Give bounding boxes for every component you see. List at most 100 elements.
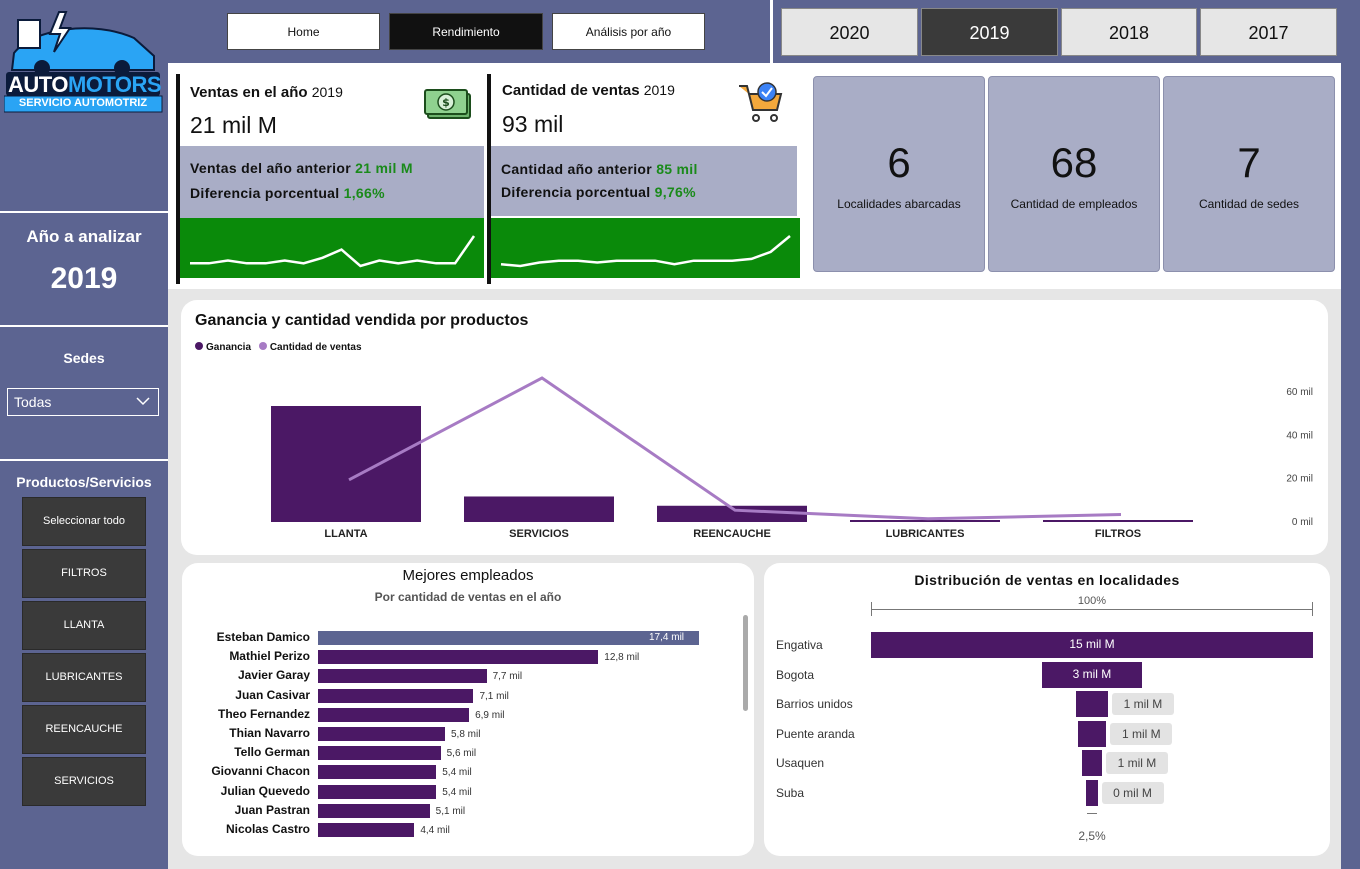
stat-card-sedes: 7 Cantidad de sedes bbox=[1163, 76, 1335, 272]
employee-bar[interactable] bbox=[318, 688, 474, 703]
kpi-diff-value: 9,76% bbox=[654, 184, 696, 200]
brand-tagline: SERVICIO AUTOMOTRIZ bbox=[18, 97, 148, 109]
employee-value: 5,4 mil bbox=[442, 786, 472, 798]
x-tick-label: FILTROS bbox=[1095, 528, 1141, 540]
brand-name-a: AUTO bbox=[8, 72, 68, 97]
kpi-diff-line: Diferencia porcentual 9,76% bbox=[501, 184, 696, 200]
kpi-value: 93 mil bbox=[502, 111, 564, 137]
kpi-prev-value: 21 mil M bbox=[355, 160, 413, 176]
kpi-title: Ventas en el año 2019 bbox=[190, 84, 343, 101]
employees-panel: Mejores empleados Por cantidad de ventas… bbox=[182, 563, 754, 856]
employee-value: 5,8 mil bbox=[451, 729, 481, 740]
sedes-select[interactable]: Todas bbox=[7, 388, 159, 416]
employee-bar[interactable] bbox=[318, 823, 415, 837]
sparkline-ventas bbox=[190, 235, 476, 268]
employee-bar[interactable] bbox=[318, 727, 445, 741]
y-tick-label: 0 mil bbox=[1292, 517, 1313, 528]
product-button-reencauche[interactable]: REENCAUCHE bbox=[23, 706, 145, 753]
employees-scrollbar[interactable] bbox=[743, 615, 748, 711]
stat-label: Cantidad de empleados bbox=[1010, 197, 1138, 211]
year-button-2019[interactable]: 2019 bbox=[921, 8, 1058, 56]
stat-label: Cantidad de sedes bbox=[1198, 197, 1300, 211]
chevron-down-icon bbox=[136, 389, 150, 423]
bar-ganancia[interactable] bbox=[1043, 520, 1193, 522]
employee-name: Tello German bbox=[234, 745, 310, 760]
location-value: 1 mil M bbox=[1110, 722, 1173, 745]
product-button-filtros[interactable]: FILTROS bbox=[23, 550, 145, 597]
bar-ganancia[interactable] bbox=[850, 520, 1000, 522]
location-bar[interactable] bbox=[1076, 691, 1108, 718]
bar-ganancia[interactable] bbox=[271, 406, 421, 522]
kpi-prev-label: Cantidad año anterior bbox=[501, 161, 652, 177]
stat-label: Localidades abarcadas bbox=[837, 197, 961, 211]
employee-bar[interactable] bbox=[318, 707, 470, 722]
year-button-2017[interactable]: 2017 bbox=[1200, 8, 1337, 56]
product-button-servicios[interactable]: SERVICIOS bbox=[23, 758, 145, 805]
kpi-sparkline bbox=[180, 218, 484, 278]
sparkline-path bbox=[190, 235, 476, 268]
employee-value: 6,9 mil bbox=[475, 709, 505, 721]
employee-bar[interactable] bbox=[318, 803, 430, 818]
employees-chart: Esteban Damico 17,4 mil Mathiel Perizo 12,8… bbox=[182, 563, 754, 856]
stat-value: 68 bbox=[1050, 139, 1098, 186]
x-tick-label: SERVICIOS bbox=[509, 528, 569, 540]
product-button-lubricantes[interactable]: LUBRICANTES bbox=[23, 654, 145, 701]
employee-bar[interactable] bbox=[318, 669, 487, 684]
location-label: Barrios unidos bbox=[776, 697, 853, 712]
products-title: Productos/Servicios bbox=[16, 474, 152, 490]
employee-bar[interactable] bbox=[318, 650, 599, 665]
employee-bar[interactable] bbox=[318, 746, 441, 761]
employee-name: Esteban Damico bbox=[216, 630, 310, 644]
distribution-bottom-bracket bbox=[1087, 813, 1097, 825]
location-label: Bogota bbox=[776, 667, 815, 682]
year-button-2018[interactable]: 2018 bbox=[1061, 8, 1197, 56]
shopping-cart-icon bbox=[737, 80, 785, 133]
year-button-2020[interactable]: 2020 bbox=[781, 8, 918, 56]
year-value: 2019 bbox=[50, 262, 118, 295]
employee-bar[interactable] bbox=[318, 784, 437, 799]
employee-value: 5,6 mil bbox=[446, 748, 477, 760]
employee-value: 5,1 mil bbox=[435, 805, 466, 817]
sparkline-cantidad bbox=[500, 235, 791, 268]
employee-bar[interactable] bbox=[318, 631, 699, 645]
location-bar[interactable] bbox=[1086, 780, 1098, 806]
product-button-select-all[interactable]: Seleccionar todo bbox=[23, 498, 145, 545]
brand-wordmark: AUTOMOTORS bbox=[8, 72, 162, 98]
location-bar[interactable] bbox=[1077, 720, 1107, 747]
products-chart: LLANTA SERVICIOS REENCAUCHE LUBRICANTES FILT… bbox=[271, 376, 1313, 540]
sparkline-path bbox=[500, 235, 791, 268]
year-title: Año a analizar bbox=[26, 227, 142, 246]
employee-bar[interactable] bbox=[318, 765, 437, 780]
nav-analisis-button[interactable]: Análisis por año bbox=[552, 13, 705, 50]
sidebar: AUTOMOTORS SERVICIO AUTOMOTRIZ Año a ana… bbox=[0, 0, 168, 869]
location-label: Engativa bbox=[776, 638, 823, 652]
product-button-llanta[interactable]: LLANTA bbox=[23, 602, 145, 649]
kpi-title: Cantidad de ventas 2019 bbox=[502, 82, 675, 99]
kpi-prev-value: 85 mil bbox=[656, 161, 698, 177]
kpi-prev-line: Cantidad año anterior 85 mil bbox=[501, 161, 698, 177]
sidebar-divider bbox=[0, 211, 168, 213]
kpi-card-cantidad: Cantidad de ventas 2019 93 mil Cantidad … bbox=[487, 68, 800, 284]
employee-value: 17,4 mil bbox=[649, 632, 685, 643]
nav-rendimiento-button[interactable]: Rendimiento bbox=[389, 13, 543, 50]
svg-text:$: $ bbox=[442, 96, 450, 109]
employee-value: 7,1 mil bbox=[479, 690, 509, 702]
employee-name: Thian Navarro bbox=[229, 726, 310, 740]
sedes-selected-value: Todas bbox=[14, 394, 52, 410]
employee-name: Julian Quevedo bbox=[220, 783, 310, 798]
kpi-diff-line: Diferencia porcentual 1,66% bbox=[190, 185, 385, 201]
location-label: Puente aranda bbox=[776, 726, 855, 741]
nav-home-button[interactable]: Home bbox=[227, 13, 380, 50]
stat-card-localidades: 6 Localidades abarcadas bbox=[813, 76, 985, 272]
kpi-diff-label: Diferencia porcentual bbox=[190, 185, 340, 201]
employee-value: 5,4 mil bbox=[442, 767, 472, 779]
bar-ganancia[interactable] bbox=[464, 496, 614, 522]
employee-name: Nicolas Castro bbox=[225, 822, 310, 836]
kpi-title-text: Cantidad de ventas bbox=[502, 82, 640, 99]
employee-value: 7,7 mil bbox=[492, 671, 523, 683]
location-value: 3 mil M bbox=[1072, 666, 1112, 681]
kpi-comparison: Ventas del año anterior 21 mil M Diferen… bbox=[180, 146, 484, 218]
location-bar[interactable] bbox=[1082, 750, 1102, 777]
kpi-prev-line: Ventas del año anterior 21 mil M bbox=[190, 160, 413, 176]
y-tick-label: 20 mil bbox=[1286, 474, 1313, 485]
